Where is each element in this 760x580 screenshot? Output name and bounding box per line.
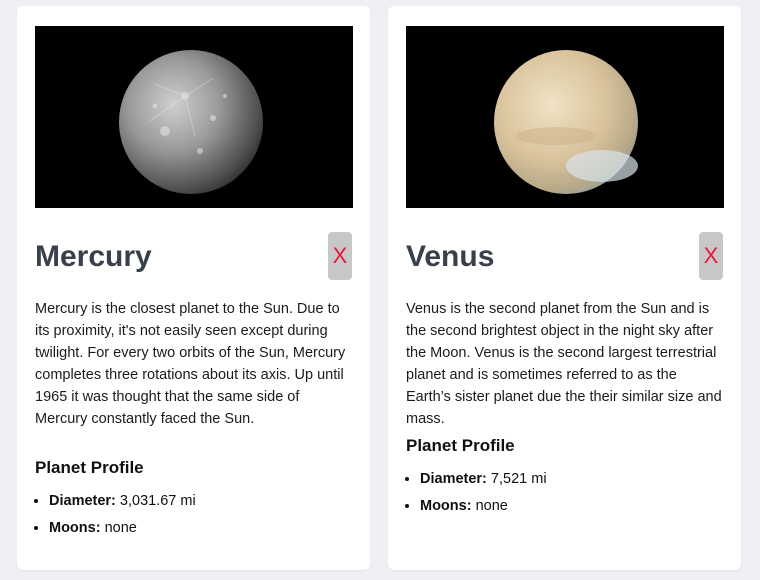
fact-value: 7,521 mi	[490, 471, 547, 487]
planet-facts-list: Diameter: 7,521 mi Moons: none	[406, 466, 547, 520]
remove-planet-button[interactable]: X	[699, 232, 723, 280]
planet-description: Venus is the second planet from the Sun …	[406, 301, 722, 427]
planet-name: Venus	[406, 240, 495, 273]
title-row: Mercury X	[35, 232, 352, 280]
planet-profile-heading: Planet Profile	[406, 436, 515, 455]
fact-diameter: Diameter: 7,521 mi	[420, 466, 547, 493]
planet-card-venus: Venus X Venus is the second planet from …	[388, 6, 741, 570]
planet-name: Mercury	[35, 240, 152, 273]
mercury-image	[35, 26, 353, 208]
fact-label: Moons:	[420, 498, 472, 514]
title-row: Venus X	[406, 232, 723, 280]
fact-value: none	[475, 498, 508, 514]
planet-card-grid: Mercury X Mercury is the closest planet …	[0, 0, 760, 580]
fact-diameter: Diameter: 3,031.67 mi	[49, 488, 196, 515]
planet-card-mercury: Mercury X Mercury is the closest planet …	[17, 6, 370, 570]
planet-facts-list: Diameter: 3,031.67 mi Moons: none	[35, 488, 196, 542]
fact-moons: Moons: none	[420, 493, 547, 520]
remove-planet-button[interactable]: X	[328, 232, 352, 280]
fact-moons: Moons: none	[49, 515, 196, 542]
planet-description: Mercury is the closest planet to the Sun…	[35, 301, 346, 427]
fact-value: none	[104, 520, 137, 536]
fact-value: 3,031.67 mi	[119, 493, 196, 509]
fact-label: Diameter:	[49, 493, 116, 509]
planet-profile-heading: Planet Profile	[35, 458, 144, 477]
venus-image	[406, 26, 724, 208]
fact-label: Moons:	[49, 520, 101, 536]
fact-label: Diameter:	[420, 471, 487, 487]
